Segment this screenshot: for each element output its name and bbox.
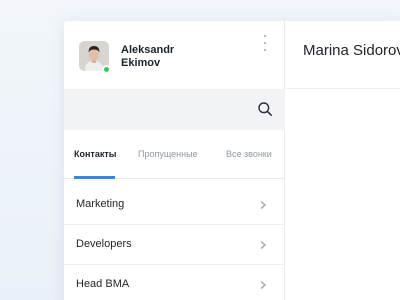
list-item-label: Head BMA xyxy=(76,278,130,290)
contact-name: Marina Sidorova xyxy=(303,42,400,59)
user-profile: Aleksandr Ekimov xyxy=(64,21,285,89)
tab-missed[interactable]: Пропущенные xyxy=(138,149,198,159)
user-last-name: Ekimov xyxy=(121,57,161,69)
tab-bar: Контакты Пропущенные Все звонки xyxy=(64,130,285,179)
chevron-right-icon xyxy=(260,241,266,249)
user-name: Aleksandr Ekimov xyxy=(121,44,241,70)
conversation-header: Marina Sidorova xyxy=(285,21,400,89)
more-options-button[interactable] xyxy=(260,35,270,51)
search-bar[interactable] xyxy=(64,89,285,130)
app-window: Aleksandr Ekimov Контакты Пропущенные Вс… xyxy=(64,21,400,300)
list-item-head-bma[interactable]: Head BMA xyxy=(64,265,285,300)
more-dot xyxy=(264,35,266,37)
list-item-label: Marketing xyxy=(76,198,125,210)
sidebar: Aleksandr Ekimov Контакты Пропущенные Вс… xyxy=(64,21,285,300)
tab-contacts[interactable]: Контакты xyxy=(74,149,116,159)
chevron-right-icon xyxy=(260,201,266,209)
search-icon[interactable] xyxy=(257,101,273,117)
more-dot xyxy=(264,49,266,51)
list-item-marketing[interactable]: Marketing xyxy=(64,185,285,225)
list-item-label: Developers xyxy=(76,238,132,250)
list-item-developers[interactable]: Developers xyxy=(64,225,285,265)
online-status-indicator xyxy=(102,65,111,74)
tab-all-calls[interactable]: Все звонки xyxy=(226,149,272,159)
more-dot xyxy=(264,42,266,44)
user-first-name: Aleksandr xyxy=(121,44,175,56)
chevron-right-icon xyxy=(260,281,266,289)
active-tab-indicator xyxy=(74,176,115,179)
